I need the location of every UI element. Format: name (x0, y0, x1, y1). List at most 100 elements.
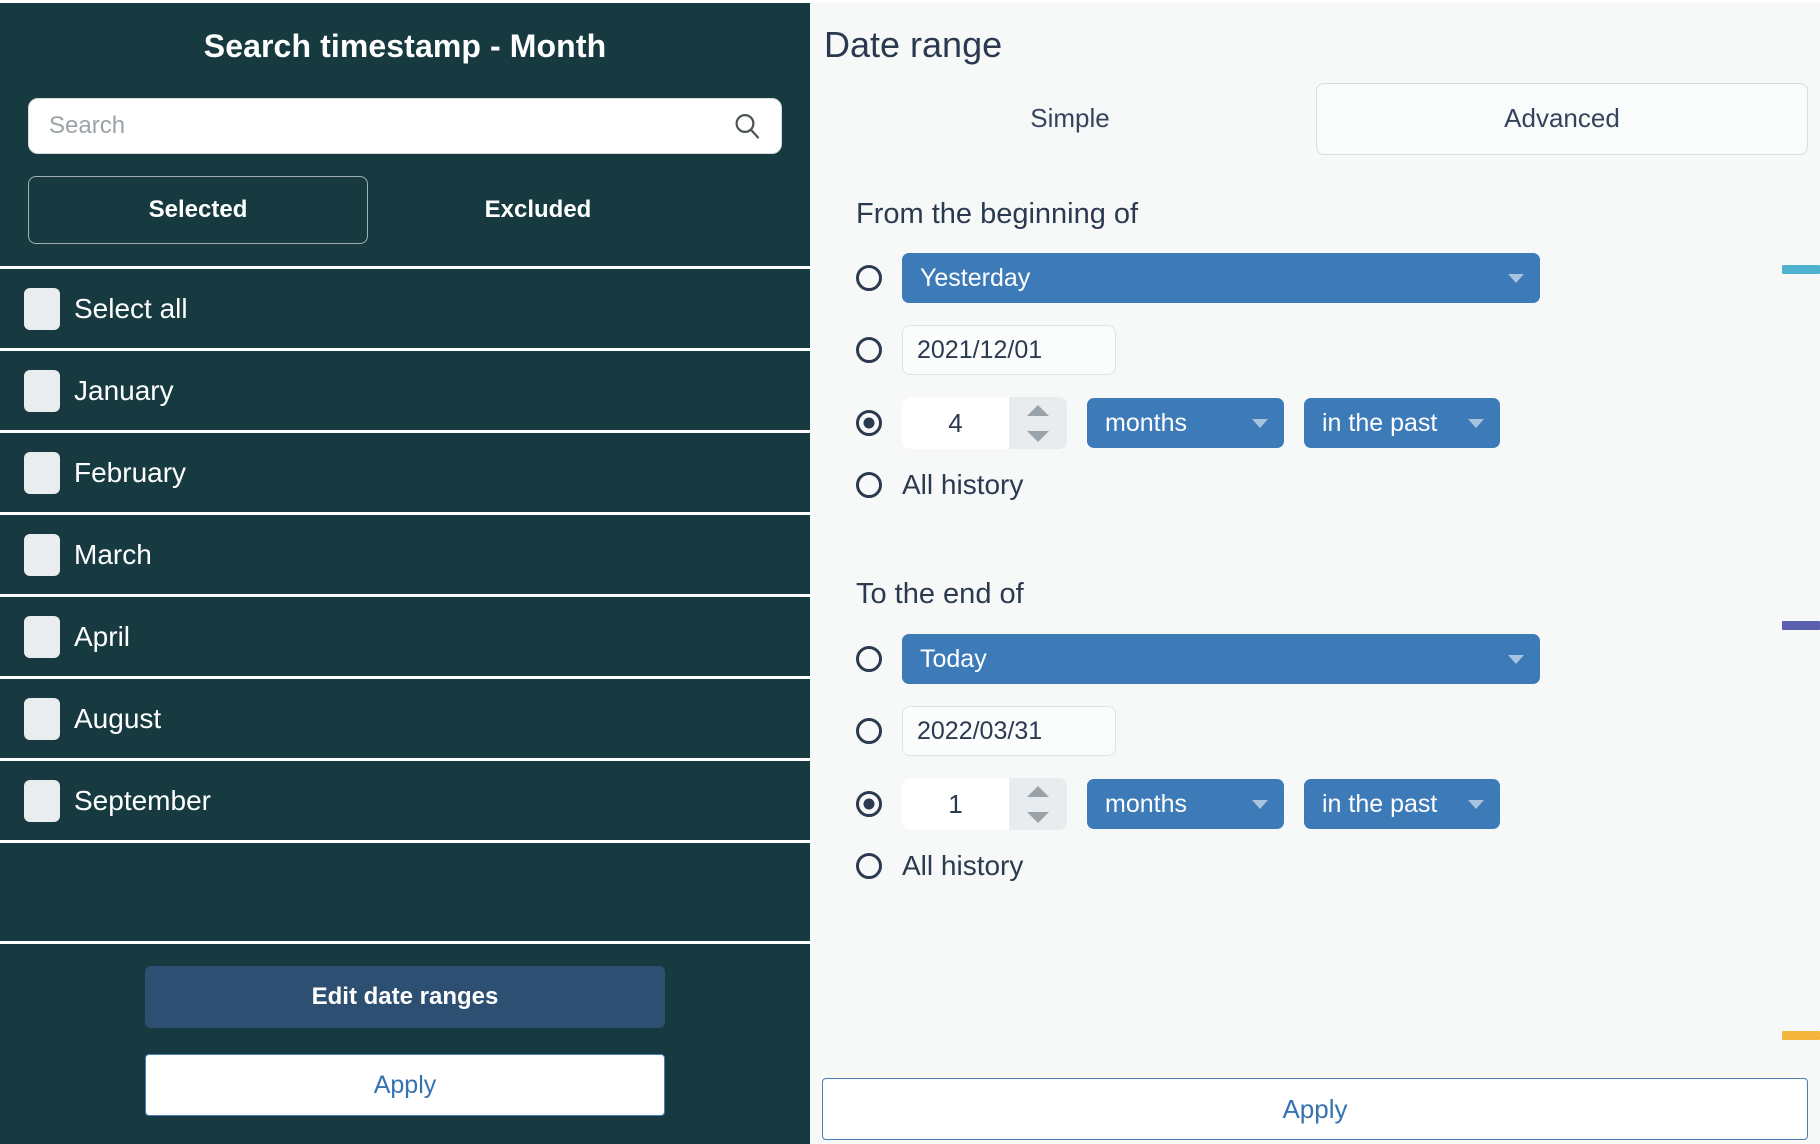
from-all-history-radio[interactable] (856, 472, 882, 498)
to-direction-value: in the past (1322, 790, 1458, 819)
tab-simple[interactable]: Simple (824, 83, 1316, 155)
chevron-down-icon (1252, 800, 1268, 809)
from-preset-row: Yesterday (856, 253, 1808, 303)
sidebar-header: Search timestamp - Month Selected Exclud… (0, 3, 810, 266)
chart-line-fragment-orange (1782, 1031, 1820, 1040)
chart-line-fragment-teal (1782, 265, 1820, 274)
to-section: To the end of Today (810, 577, 1820, 880)
from-relative-row: months in the past (856, 397, 1808, 449)
from-date-input[interactable] (902, 325, 1116, 375)
from-stepper-increment[interactable] (1009, 397, 1067, 423)
from-amount-input[interactable] (902, 397, 1009, 449)
to-preset-radio[interactable] (856, 646, 882, 672)
from-preset-value: Yesterday (920, 264, 1498, 293)
checkbox-icon[interactable] (24, 534, 60, 576)
sidebar-footer: Edit date ranges Apply (0, 941, 810, 1144)
chevron-down-icon (1508, 274, 1524, 283)
from-all-history-row: All history (856, 471, 1808, 499)
to-preset-row: Today (856, 634, 1808, 684)
list-item-august[interactable]: August (0, 679, 810, 761)
to-section-title: To the end of (856, 577, 1808, 612)
checkbox-icon[interactable] (24, 698, 60, 740)
chevron-down-icon (1468, 419, 1484, 428)
list-item-label: January (74, 377, 174, 405)
sidebar-title: Search timestamp - Month (28, 29, 782, 64)
to-all-history-radio[interactable] (856, 853, 882, 879)
chevron-down-icon (1252, 419, 1268, 428)
checkbox-icon[interactable] (24, 288, 60, 330)
selected-excluded-toggle: Selected Excluded (28, 176, 782, 244)
from-preset-radio[interactable] (856, 265, 882, 291)
from-relative-radio[interactable] (856, 410, 882, 436)
to-all-history-label: All history (902, 852, 1023, 880)
from-unit-value: months (1105, 409, 1242, 438)
from-preset-select[interactable]: Yesterday (902, 253, 1540, 303)
page-title: Date range (810, 25, 1820, 65)
to-amount-stepper (902, 778, 1067, 830)
to-stepper-decrement[interactable] (1009, 804, 1067, 830)
caret-up-icon (1027, 786, 1049, 797)
to-relative-radio[interactable] (856, 791, 882, 817)
sidebar-apply-button[interactable]: Apply (145, 1054, 665, 1116)
to-stepper-arrows (1009, 778, 1067, 830)
list-item-march[interactable]: March (0, 515, 810, 597)
list-item-label: September (74, 787, 211, 815)
list-item-label: Select all (74, 295, 188, 323)
from-section: From the beginning of Yesterday (810, 197, 1820, 500)
list-item-label: March (74, 541, 152, 569)
to-amount-input[interactable] (902, 778, 1009, 830)
panel-apply-wrapper: Apply (822, 1078, 1808, 1140)
list-item-april[interactable]: April (0, 597, 810, 679)
to-all-history-row: All history (856, 852, 1808, 880)
mode-tabs: Simple Advanced (810, 83, 1820, 155)
tab-selected[interactable]: Selected (28, 176, 368, 244)
search-input[interactable] (28, 98, 782, 154)
list-item-february[interactable]: February (0, 433, 810, 515)
tab-excluded[interactable]: Excluded (368, 176, 708, 244)
from-all-history-label: All history (902, 471, 1023, 499)
month-checkbox-list: Select all January February March April … (0, 269, 810, 941)
from-date-radio[interactable] (856, 337, 882, 363)
to-relative-row: months in the past (856, 778, 1808, 830)
to-unit-select[interactable]: months (1087, 779, 1284, 829)
to-preset-select[interactable]: Today (902, 634, 1540, 684)
to-date-input[interactable] (902, 706, 1116, 756)
month-filter-sidebar: Search timestamp - Month Selected Exclud… (0, 0, 810, 1144)
caret-down-icon (1027, 431, 1049, 442)
from-stepper-arrows (1009, 397, 1067, 449)
to-stepper-increment[interactable] (1009, 778, 1067, 804)
tab-advanced[interactable]: Advanced (1316, 83, 1808, 155)
to-unit-value: months (1105, 790, 1242, 819)
date-range-panel-content: Date range Simple Advanced From the begi… (810, 25, 1820, 1144)
to-date-row (856, 706, 1808, 756)
date-range-panel: Date range Simple Advanced From the begi… (810, 0, 1820, 1144)
list-item-label: February (74, 459, 186, 487)
caret-up-icon (1027, 405, 1049, 416)
checkbox-icon[interactable] (24, 452, 60, 494)
list-item-january[interactable]: January (0, 351, 810, 433)
checkbox-icon[interactable] (24, 370, 60, 412)
from-direction-value: in the past (1322, 409, 1458, 438)
from-date-row (856, 325, 1808, 375)
caret-down-icon (1027, 812, 1049, 823)
from-stepper-decrement[interactable] (1009, 423, 1067, 449)
to-date-radio[interactable] (856, 718, 882, 744)
from-amount-stepper (902, 397, 1067, 449)
from-unit-select[interactable]: months (1087, 398, 1284, 448)
checkbox-icon[interactable] (24, 780, 60, 822)
search-field-wrapper (28, 98, 782, 154)
list-item-september[interactable]: September (0, 761, 810, 843)
date-range-filter-screen: Search timestamp - Month Selected Exclud… (0, 0, 1820, 1144)
checkbox-icon[interactable] (24, 616, 60, 658)
edit-date-ranges-button[interactable]: Edit date ranges (145, 966, 665, 1028)
list-item-select-all[interactable]: Select all (0, 269, 810, 351)
to-direction-select[interactable]: in the past (1304, 779, 1500, 829)
chevron-down-icon (1468, 800, 1484, 809)
to-preset-value: Today (920, 645, 1498, 674)
date-range-apply-button[interactable]: Apply (822, 1078, 1808, 1140)
list-item-label: April (74, 623, 130, 651)
chevron-down-icon (1508, 655, 1524, 664)
from-section-title: From the beginning of (856, 197, 1808, 232)
chart-line-fragment-purple (1782, 621, 1820, 630)
from-direction-select[interactable]: in the past (1304, 398, 1500, 448)
